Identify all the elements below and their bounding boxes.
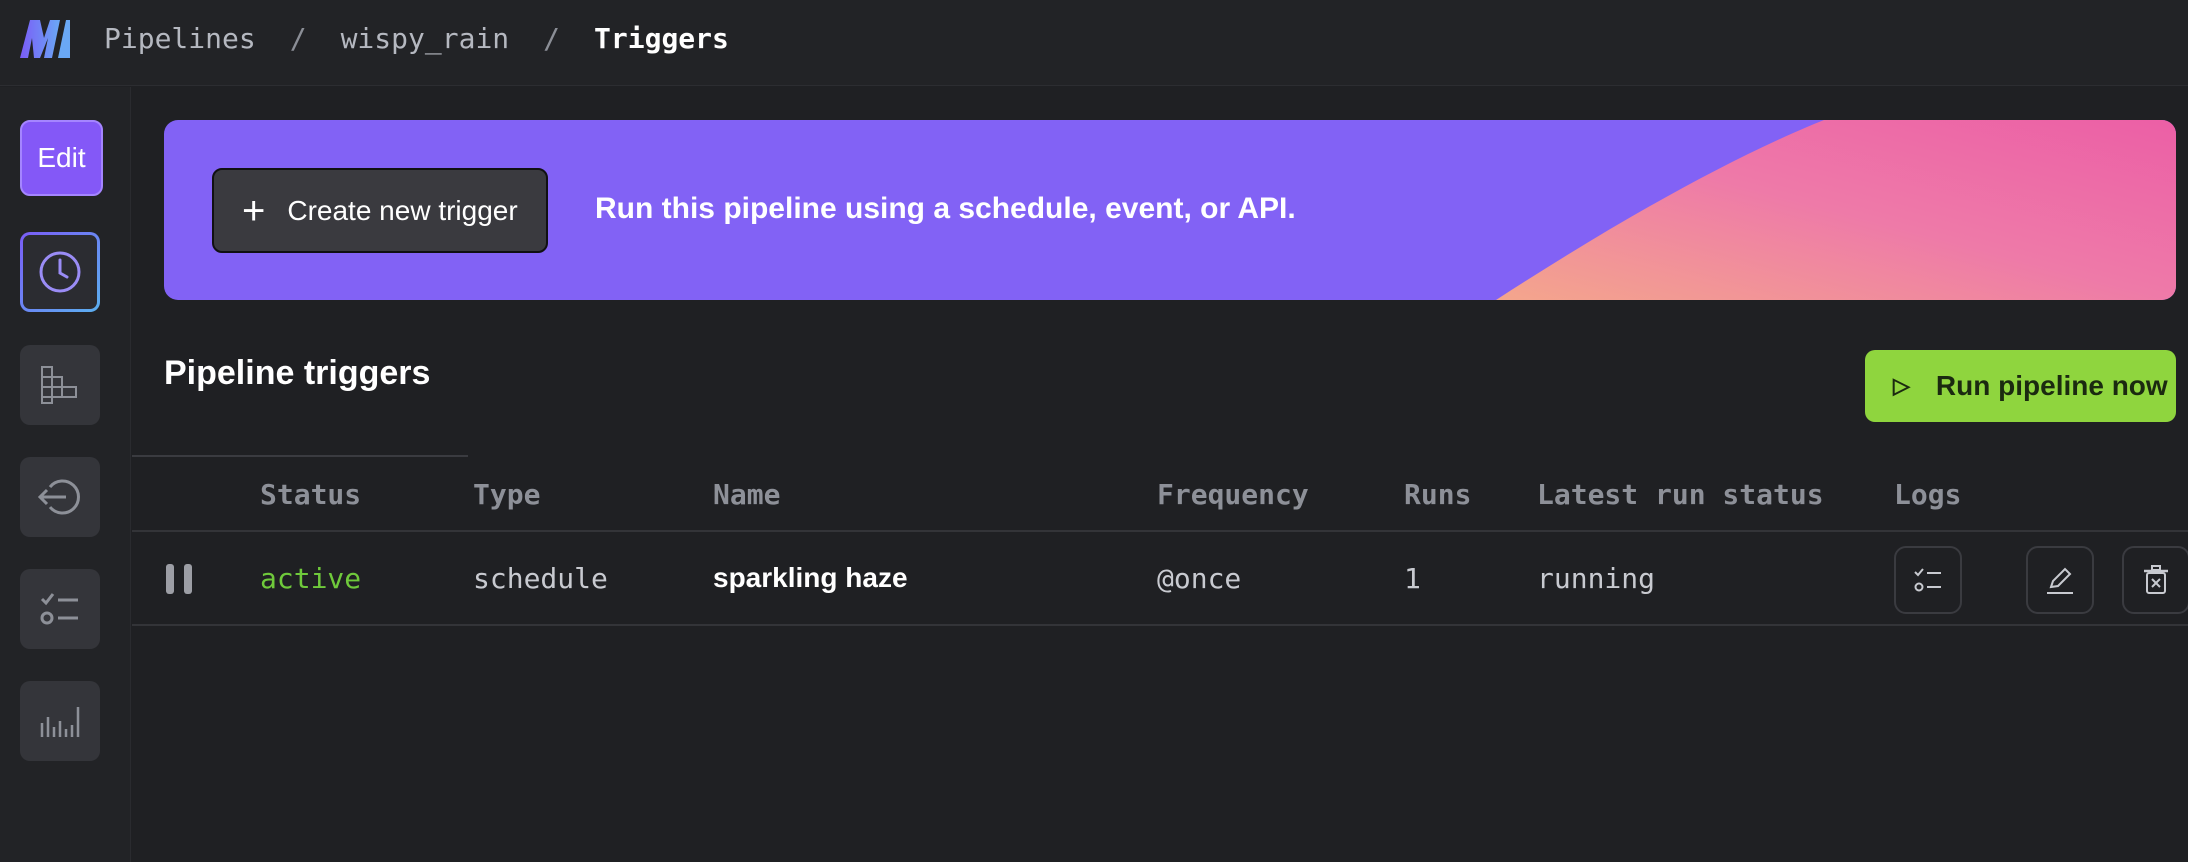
column-header-latest-run-status: Latest run status [1537,478,1824,511]
sidebar-item-tests[interactable] [20,569,100,649]
breadcrumb-separator: / [543,21,561,55]
bar-chart-icon [40,707,80,737]
run-pipeline-label: Run pipeline now [1935,370,2168,401]
run-pipeline-now-button[interactable]: ▷ Run pipeline now [1865,350,2176,422]
sidebar-item-triggers[interactable] [20,232,100,312]
banner-description: Run this pipeline using a schedule, even… [595,192,1296,225]
sidebar-item-monitor[interactable] [20,681,100,761]
logs-button[interactable] [1894,546,1962,614]
plus-icon: + [242,188,266,233]
column-header-name: Name [713,478,781,511]
trigger-runs: 1 [1404,562,1421,595]
create-trigger-label: Create new trigger [287,194,518,226]
table-row[interactable]: active schedule sparkling haze @once 1 r… [132,532,2188,626]
breadcrumb-separator: / [289,21,307,55]
column-header-type: Type [473,478,541,511]
blocks-icon [41,366,77,404]
sidebar-item-blocks[interactable] [20,345,100,425]
trigger-status: active [260,562,362,595]
pause-icon[interactable] [166,564,192,594]
edit-trigger-button[interactable] [2026,546,2094,614]
trash-icon [2144,565,2168,594]
play-icon: ▷ [1893,373,1910,398]
table-header: Status Type Name Frequency Runs Latest r… [132,458,2188,532]
create-trigger-button[interactable]: + Create new trigger [212,168,548,253]
top-bar: Pipelines / wispy_rain / Triggers [0,0,2188,86]
mage-logo-icon[interactable] [20,20,70,58]
back-arrow-icon [37,479,80,515]
trigger-type: schedule [473,562,608,595]
breadcrumb-current: Triggers [594,21,729,55]
checklist-icon [1914,568,1941,592]
trigger-banner: + Create new trigger Run this pipeline u… [164,120,2176,300]
sidebar-item-back[interactable] [20,457,100,537]
delete-trigger-button[interactable] [2122,546,2188,614]
breadcrumb-pipelines[interactable]: Pipelines [104,22,256,55]
checklist-icon [40,593,78,625]
clock-icon [39,251,81,293]
section-title: Pipeline triggers [164,354,431,392]
sidebar: Edit [0,87,131,862]
pencil-icon [2047,567,2073,594]
edit-button[interactable]: Edit [20,120,103,196]
divider [132,455,468,457]
column-header-status: Status [260,478,362,511]
trigger-name-link[interactable]: sparkling haze [713,562,908,594]
column-header-runs: Runs [1404,478,1472,511]
column-header-logs: Logs [1894,478,1962,511]
trigger-frequency: @once [1157,562,1242,595]
breadcrumb: Pipelines / wispy_rain / Triggers [104,0,729,76]
trigger-latest-run-status: running [1537,562,1656,595]
breadcrumb-pipeline-name[interactable]: wispy_rain [341,22,510,55]
column-header-frequency: Frequency [1157,478,1309,511]
